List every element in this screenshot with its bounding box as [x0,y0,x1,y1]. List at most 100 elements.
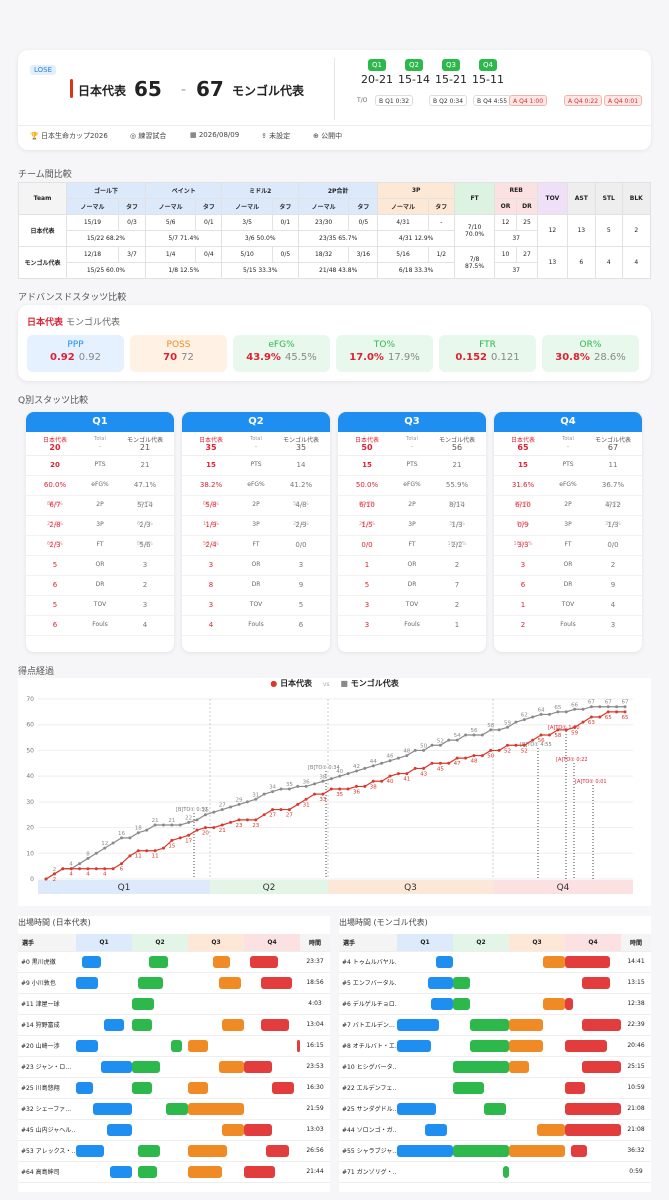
stat-label: TOV [405,601,419,608]
group-header: ミドル2 [221,182,299,199]
data-point [438,761,442,765]
playing-bar [427,976,453,989]
stat-label: DR [251,581,261,588]
stat-cell: 1/2 [427,246,455,263]
data-point [329,777,333,781]
away-pct: 33.3% [605,521,621,527]
player-row: #8 オチルバト・エ… 20:46 [339,1035,651,1057]
data-point [547,712,551,716]
meta-venue: ⇪ 未設定 [261,132,291,140]
quarter-cell [244,972,300,994]
playing-bar [109,1165,132,1178]
timeout-team-icon: B [379,98,384,105]
data-label: 17 [185,838,192,844]
data-point [354,784,358,788]
player-row: #0 黒川虎徹 23:37 [18,951,330,973]
data-label: 35 [286,782,293,788]
adv-away-value: 72 [181,352,194,363]
quarter-stat-row: 3 OR 3 [182,556,330,576]
stat-cell: 18/32 [297,246,350,263]
playing-bar [453,997,470,1010]
data-label: 16 [118,831,125,837]
home-stat: 1 [520,601,526,609]
playing-bar [581,1018,621,1031]
quarter-cell [565,951,621,973]
quarter-score: 20-21 [361,73,393,86]
pt-header: Q1 [76,934,132,952]
data-label: 20 [202,831,209,837]
data-label: 6 [120,867,124,873]
playing-bar [581,976,610,989]
player-row: #10 ヒシグバータ… 25:15 [339,1056,651,1078]
stat-label: eFG% [559,481,577,488]
quarter-cell [188,1077,244,1099]
tov-cell: 13 [537,246,568,279]
playing-bar [266,1144,289,1157]
quarter-cell [244,1035,300,1057]
playing-bar [542,997,565,1010]
data-point [464,756,468,760]
home-pct: 85.7% [47,501,63,507]
player-row: #44 ソロンゴ・ガ… 21:08 [339,1119,651,1141]
quarter-cell [76,1119,132,1141]
data-point [589,715,593,719]
timeout-text: Q4 4:55 [483,98,508,105]
stat-label: DR [563,581,573,588]
total-label: Total [562,436,574,442]
y-tick-label: 70 [26,696,34,703]
stat-total-cell: 15/22 68.2% [66,230,146,247]
data-label: 50 [420,743,427,749]
away-stat: 55.9% [445,481,469,489]
adv-stat-ftr: FTR 0.152 0.121 [439,335,536,372]
tab-away[interactable]: モンゴル代表 [66,315,120,328]
data-point [145,828,149,832]
group-header: TOV [537,182,568,215]
data-label: 27 [286,813,293,819]
data-label: 38 [319,774,326,780]
playing-bar [397,1039,431,1052]
data-label: 18 [135,826,142,832]
player-name: #23 ジャン・ロ… [18,1056,76,1078]
home-pct: 20.0% [359,521,375,527]
sub-header: ノーマル [377,198,429,215]
playing-bar [106,1123,132,1136]
quarter-badge-q3: Q3 [442,59,460,71]
player-name: #0 黒川虎徹 [18,951,76,973]
home-stat: 15 [362,461,372,469]
ast-cell: 13 [566,214,596,247]
quarter-cell [565,1119,621,1141]
player-name: #5 エンフバータル… [339,972,397,994]
away-stat: 2 [454,561,460,569]
player-name: #4 トゥムルバヤル… [339,951,397,973]
tab-home[interactable]: 日本代表 [27,315,63,328]
quarter-badge-q2: Q2 [405,59,423,71]
group-header: 3P [377,182,455,199]
quarter-cell [565,1098,621,1120]
data-point [430,761,434,765]
playing-bar [101,1060,132,1073]
data-point [380,761,384,765]
data-label: 48 [470,759,477,765]
data-point [128,854,132,858]
sub-header: タフ [117,198,146,215]
data-label: 8 [86,851,90,857]
home-stat: 3 [520,561,526,569]
quarter-card-q3: Q3 日本代表 50 Total - モンゴル代表 56 15 PTS 21 50.0% eFG% 55… [338,412,486,652]
quarter-stat-row: 8 DR 9 [182,576,330,596]
data-point [531,738,535,742]
quarter-stat-row: 3 OR 2 [494,556,642,576]
stat-label: 3P [252,521,260,528]
quarter-stat-row: 4 Fouls 6 [182,616,330,636]
sub-header: タフ [271,198,299,215]
quarter-stat-row: 60.0% eFG% 47.1% [26,476,174,496]
home-stat: 6 [52,581,58,589]
quarter-badge-q1: Q1 [368,59,386,71]
timeout-chip: A Q4 0:22 [564,95,603,106]
legend-vs: vs [322,681,330,688]
player-time: 26:56 [300,1140,330,1162]
adv-label: PPP [67,340,84,350]
quarter-cell [565,1161,621,1183]
data-point [615,705,619,709]
total-dash: - [410,443,414,450]
player-time: 21:44 [300,1161,330,1183]
